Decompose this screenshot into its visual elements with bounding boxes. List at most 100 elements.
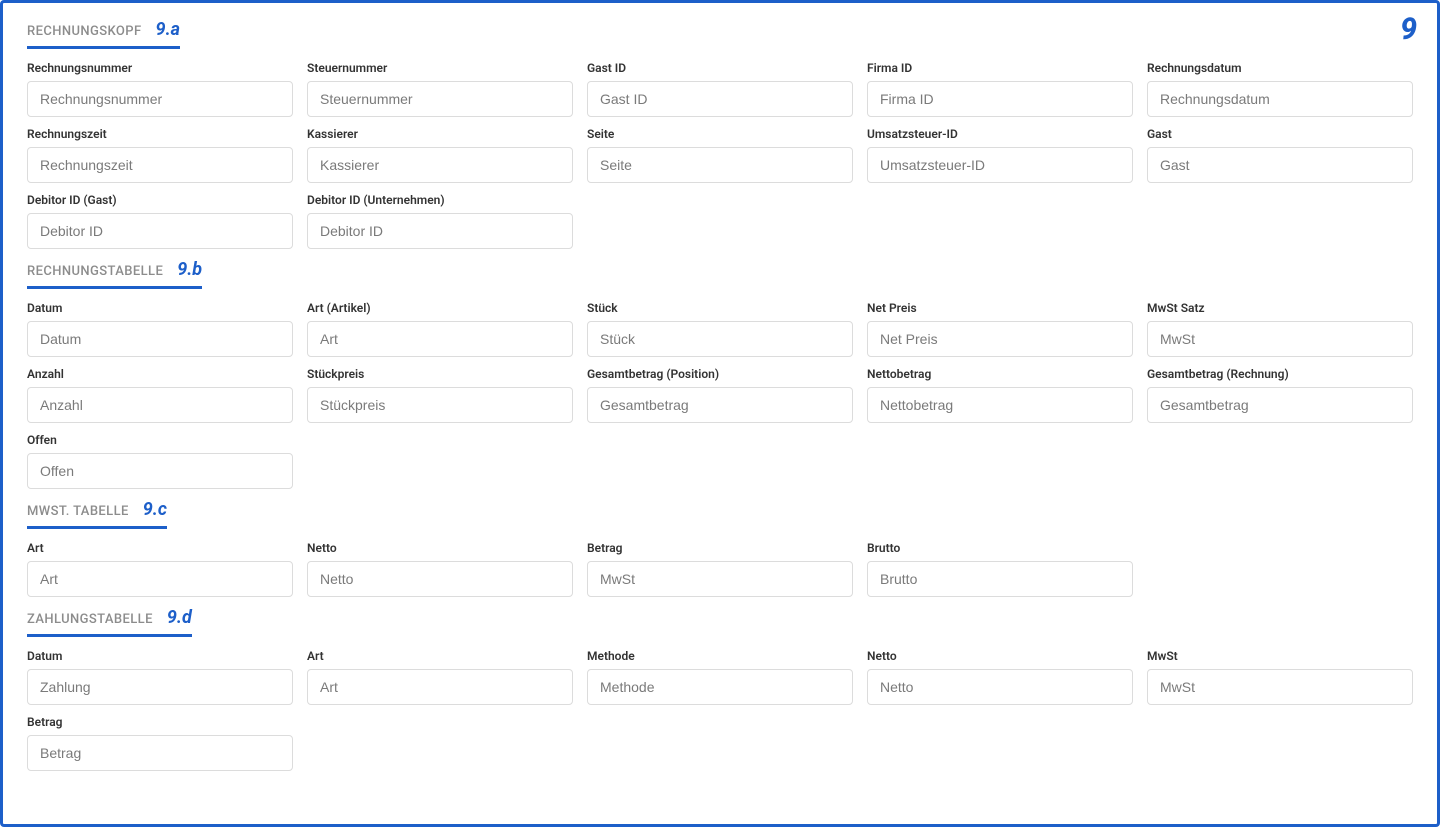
input-mwst-netto[interactable]: [307, 561, 573, 597]
label-mwst-satz: MwSt Satz: [1147, 301, 1413, 315]
field-netpreis: Net Preis: [867, 295, 1133, 357]
label-art-artikel: Art (Artikel): [307, 301, 573, 315]
input-steuernummer[interactable]: [307, 81, 573, 117]
input-mwst-brutto[interactable]: [867, 561, 1133, 597]
input-zahlung-netto[interactable]: [867, 669, 1133, 705]
label-offen: Offen: [27, 433, 293, 447]
input-debitor-gast[interactable]: [27, 213, 293, 249]
label-zahlung-methode: Methode: [587, 649, 853, 663]
section-rechnungskopf: RECHNUNGSKOPF 9.a Rechnungsnummer Steuer…: [27, 19, 1413, 249]
section-number: 9.d: [167, 607, 192, 628]
label-zahlung-mwst: MwSt: [1147, 649, 1413, 663]
section-rechnungstabelle: RECHNUNGSTABELLE 9.b Datum Art (Artikel)…: [27, 259, 1413, 489]
label-debitor-unternehmen: Debitor ID (Unternehmen): [307, 193, 573, 207]
field-mwst-brutto: Brutto: [867, 535, 1133, 597]
input-gesamt-pos[interactable]: [587, 387, 853, 423]
label-debitor-gast: Debitor ID (Gast): [27, 193, 293, 207]
field-mwst-satz: MwSt Satz: [1147, 295, 1413, 357]
section-title: ZAHLUNGSTABELLE: [27, 612, 153, 627]
field-zahlung-datum: Datum: [27, 643, 293, 705]
section-mwst: MWST. TABELLE 9.c Art Netto Betrag Brutt…: [27, 499, 1413, 597]
label-gastid: Gast ID: [587, 61, 853, 75]
label-anzahl: Anzahl: [27, 367, 293, 381]
input-art-artikel[interactable]: [307, 321, 573, 357]
label-firmaid: Firma ID: [867, 61, 1133, 75]
input-mwst-betrag[interactable]: [587, 561, 853, 597]
input-gesamt-rechnung[interactable]: [1147, 387, 1413, 423]
input-offen[interactable]: [27, 453, 293, 489]
field-datum: Datum: [27, 295, 293, 357]
grid-zahlung: Datum Art Methode Netto MwSt Betrag: [27, 643, 1413, 771]
input-zahlung-methode[interactable]: [587, 669, 853, 705]
form-container: 9 RECHNUNGSKOPF 9.a Rechnungsnummer Steu…: [0, 0, 1440, 827]
field-gastid: Gast ID: [587, 55, 853, 117]
section-title: RECHNUNGSTABELLE: [27, 264, 163, 279]
field-anzahl: Anzahl: [27, 361, 293, 423]
label-stueck: Stück: [587, 301, 853, 315]
section-number: 9.b: [177, 259, 202, 280]
field-zahlung-art: Art: [307, 643, 573, 705]
input-debitor-unternehmen[interactable]: [307, 213, 573, 249]
label-datum: Datum: [27, 301, 293, 315]
input-netpreis[interactable]: [867, 321, 1133, 357]
input-zahlung-betrag[interactable]: [27, 735, 293, 771]
section-title: MWST. TABELLE: [27, 504, 129, 519]
input-rechnungsnummer[interactable]: [27, 81, 293, 117]
section-header-rechnungstabelle: RECHNUNGSTABELLE 9.b: [27, 259, 202, 289]
field-rechnungsdatum: Rechnungsdatum: [1147, 55, 1413, 117]
input-gastid[interactable]: [587, 81, 853, 117]
field-ustid: Umsatzsteuer-ID: [867, 121, 1133, 183]
label-zahlung-betrag: Betrag: [27, 715, 293, 729]
input-ustid[interactable]: [867, 147, 1133, 183]
field-mwst-art: Art: [27, 535, 293, 597]
field-zahlung-betrag: Betrag: [27, 709, 293, 771]
input-mwst-satz[interactable]: [1147, 321, 1413, 357]
field-art-artikel: Art (Artikel): [307, 295, 573, 357]
input-seite[interactable]: [587, 147, 853, 183]
input-zahlung-datum[interactable]: [27, 669, 293, 705]
field-seite: Seite: [587, 121, 853, 183]
section-zahlung: ZAHLUNGSTABELLE 9.d Datum Art Methode Ne…: [27, 607, 1413, 771]
field-firmaid: Firma ID: [867, 55, 1133, 117]
input-zahlung-art[interactable]: [307, 669, 573, 705]
section-number: 9.a: [156, 19, 180, 40]
input-datum[interactable]: [27, 321, 293, 357]
label-rechnungsdatum: Rechnungsdatum: [1147, 61, 1413, 75]
label-stueckpreis: Stückpreis: [307, 367, 573, 381]
field-mwst-betrag: Betrag: [587, 535, 853, 597]
label-gast: Gast: [1147, 127, 1413, 141]
input-rechnungszeit[interactable]: [27, 147, 293, 183]
section-number: 9.c: [143, 499, 167, 520]
input-anzahl[interactable]: [27, 387, 293, 423]
input-stueck[interactable]: [587, 321, 853, 357]
input-kassierer[interactable]: [307, 147, 573, 183]
label-zahlung-datum: Datum: [27, 649, 293, 663]
label-zahlung-art: Art: [307, 649, 573, 663]
label-mwst-art: Art: [27, 541, 293, 555]
field-gast: Gast: [1147, 121, 1413, 183]
grid-mwst: Art Netto Betrag Brutto: [27, 535, 1413, 597]
input-mwst-art[interactable]: [27, 561, 293, 597]
field-gesamt-pos: Gesamtbetrag (Position): [587, 361, 853, 423]
input-stueckpreis[interactable]: [307, 387, 573, 423]
section-header-mwst: MWST. TABELLE 9.c: [27, 499, 167, 529]
field-debitor-unternehmen: Debitor ID (Unternehmen): [307, 187, 573, 249]
section-header-rechnungskopf: RECHNUNGSKOPF 9.a: [27, 19, 180, 49]
field-zahlung-netto: Netto: [867, 643, 1133, 705]
input-gast[interactable]: [1147, 147, 1413, 183]
input-nettobetrag[interactable]: [867, 387, 1133, 423]
label-seite: Seite: [587, 127, 853, 141]
label-rechnungsnummer: Rechnungsnummer: [27, 61, 293, 75]
field-nettobetrag: Nettobetrag: [867, 361, 1133, 423]
label-steuernummer: Steuernummer: [307, 61, 573, 75]
label-kassierer: Kassierer: [307, 127, 573, 141]
input-rechnungsdatum[interactable]: [1147, 81, 1413, 117]
section-title: RECHNUNGSKOPF: [27, 24, 142, 39]
label-zahlung-netto: Netto: [867, 649, 1133, 663]
label-gesamt-rechnung: Gesamtbetrag (Rechnung): [1147, 367, 1413, 381]
input-firmaid[interactable]: [867, 81, 1133, 117]
input-zahlung-mwst[interactable]: [1147, 669, 1413, 705]
grid-rechnungskopf: Rechnungsnummer Steuernummer Gast ID Fir…: [27, 55, 1413, 249]
label-mwst-brutto: Brutto: [867, 541, 1133, 555]
field-kassierer: Kassierer: [307, 121, 573, 183]
